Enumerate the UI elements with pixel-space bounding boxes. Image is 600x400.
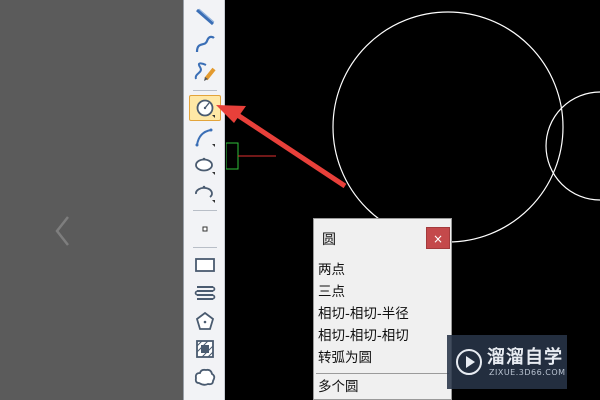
menu-item-two-point[interactable]: 两点: [318, 259, 448, 281]
polyline-tool-icon[interactable]: [189, 31, 221, 57]
chevron-left-icon[interactable]: [52, 214, 74, 248]
watermark-play-icon: [456, 349, 482, 375]
freehand-tool-icon[interactable]: [189, 59, 221, 85]
cloud-tool-icon[interactable]: [189, 364, 221, 390]
circle-options-menu: 圆 × 两点 三点 相切-相切-半径 相切-相切-相切 转弧为圆 多个圆: [313, 218, 452, 400]
line-tool-icon[interactable]: [189, 4, 221, 30]
menu-item-three-point[interactable]: 三点: [318, 281, 448, 303]
close-button[interactable]: ×: [426, 227, 450, 249]
left-panel: [0, 0, 183, 400]
arc-tool-icon[interactable]: [189, 124, 221, 150]
ellipse-arc-tool-icon[interactable]: [189, 180, 221, 206]
hatch-tool-icon[interactable]: [189, 336, 221, 362]
watermark-name: 溜溜自学: [487, 347, 563, 368]
menu-item-multiple-circles[interactable]: 多个圆: [318, 376, 359, 398]
watermark-url: ZIXUE.3D66.COM: [489, 368, 566, 377]
drawn-circle[interactable]: [332, 11, 564, 243]
draw-toolbar: [183, 0, 225, 400]
partial-circle[interactable]: [545, 91, 600, 201]
menu-title: 圆: [322, 232, 336, 248]
ellipse-tool-icon[interactable]: [189, 152, 221, 178]
menu-item-tan-tan-tan[interactable]: 相切-相切-相切: [318, 325, 448, 347]
polygon-tool-icon[interactable]: [189, 308, 221, 334]
circle-tool-icon[interactable]: [189, 95, 221, 121]
rectangle-tool-icon[interactable]: [189, 252, 221, 278]
menu-item-tan-tan-radius[interactable]: 相切-相切-半径: [318, 303, 448, 325]
snap-marker: [226, 142, 239, 170]
point-tool-icon[interactable]: [189, 216, 221, 242]
menu-item-arc-to-circle[interactable]: 转弧为圆: [318, 347, 448, 369]
menu-divider: [316, 373, 449, 374]
spring-tool-icon[interactable]: [189, 280, 221, 306]
watermark-logo: 溜溜自学 ZIXUE.3D66.COM: [447, 335, 567, 389]
